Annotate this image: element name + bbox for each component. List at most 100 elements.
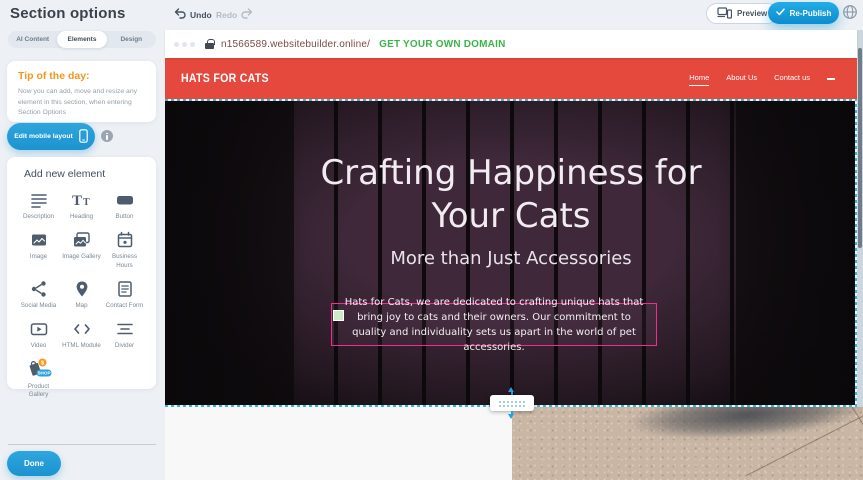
next-section-blank <box>165 407 512 480</box>
edit-mobile-layout-button[interactable]: Edit mobile layout <box>7 123 95 150</box>
video-icon <box>30 319 48 339</box>
element-label: Product Gallery <box>19 383 59 400</box>
element-tile-image[interactable]: Image <box>17 230 60 270</box>
site-logo[interactable]: HATS FOR CATS <box>181 73 269 85</box>
info-icon[interactable] <box>101 130 113 142</box>
svg-text:T: T <box>83 197 90 208</box>
redo-icon <box>241 6 253 24</box>
svg-text:T: T <box>72 193 82 209</box>
site-header: HATS FOR CATS Home About Us Contact us <box>165 58 857 100</box>
lock-icon <box>205 39 214 49</box>
add-element-panel: Add new element Description TT Heading Butt… <box>7 157 156 389</box>
business-hours-icon <box>116 230 134 250</box>
element-label: Image Gallery <box>62 253 101 261</box>
resize-arrow-down-icon <box>508 414 514 419</box>
window-dot-icon <box>190 42 195 47</box>
done-button[interactable]: Done <box>7 451 61 476</box>
element-label: Button <box>116 213 134 221</box>
tab-ai-content[interactable]: AI Content <box>8 31 57 48</box>
get-domain-link[interactable]: GET YOUR OWN DOMAIN <box>379 39 505 50</box>
element-grid: Description TT Heading Button Image Image Gal… <box>17 190 146 400</box>
browser-bar: n1566589.websitebuilder.online/ GET YOUR… <box>165 30 857 58</box>
drag-dots-icon <box>498 400 526 407</box>
devices-icon <box>717 7 732 21</box>
nav-contact-us[interactable]: Contact us <box>774 73 810 85</box>
republish-label: Re-Publish <box>790 9 832 18</box>
svg-text:SHOP: SHOP <box>37 370 50 375</box>
element-tile-button[interactable]: Button <box>103 190 146 221</box>
tab-design[interactable]: Design <box>107 31 156 48</box>
map-pin-icon <box>73 279 91 299</box>
text-lines-icon <box>30 190 48 210</box>
element-tile-contact-form[interactable]: Contact Form <box>103 279 146 310</box>
edit-mobile-label: Edit mobile layout <box>14 133 73 140</box>
social-media-icon <box>30 279 48 299</box>
image-icon <box>30 230 48 250</box>
element-tile-video[interactable]: Video <box>17 319 60 350</box>
nav-about-us[interactable]: About Us <box>726 73 757 85</box>
section-resize-handle[interactable] <box>490 395 534 411</box>
button-icon <box>116 190 134 210</box>
element-tile-divider[interactable]: Divider <box>103 319 146 350</box>
hero-body-text[interactable]: Hats for Cats, we are dedicated to craft… <box>332 295 656 355</box>
html-module-icon <box>72 319 92 339</box>
done-label: Done <box>24 459 44 468</box>
element-label: Map <box>75 302 87 310</box>
element-label: HTML Module <box>62 342 101 350</box>
window-dot-icon <box>182 42 187 47</box>
element-label: Business Hours <box>105 253 145 270</box>
heading-icon: TT <box>72 190 91 210</box>
carpet-shadow <box>629 407 863 445</box>
next-section-image[interactable] <box>512 407 863 480</box>
element-tile-description[interactable]: Description <box>17 190 60 221</box>
image-gallery-icon <box>72 230 91 250</box>
tip-body: Now you can add, move and resize any ele… <box>18 87 145 119</box>
element-tile-product-gallery[interactable]: $ SHOP Product Gallery <box>17 360 60 400</box>
globe-language-icon[interactable] <box>842 4 858 25</box>
svg-text:$: $ <box>40 360 43 366</box>
element-tile-heading[interactable]: TT Heading <box>60 190 103 221</box>
element-label: Video <box>31 342 47 350</box>
tab-elements[interactable]: Elements <box>57 31 106 48</box>
tip-title: Tip of the day: <box>18 70 145 82</box>
sidebar-tabs: AI ContentElementsDesign <box>8 31 156 48</box>
redo-button[interactable]: Redo <box>216 6 253 24</box>
element-label: Description <box>23 213 54 221</box>
scrollbar-thumb[interactable] <box>858 48 862 248</box>
contact-form-icon <box>116 279 134 299</box>
element-tile-html-module[interactable]: HTML Module <box>60 319 103 350</box>
hero-section[interactable]: Crafting Happiness for Your Cats More th… <box>165 100 857 406</box>
element-label: Divider <box>115 342 134 350</box>
element-tile-social-media[interactable]: Social Media <box>17 279 60 310</box>
section-boundary-top <box>165 99 857 101</box>
element-tile-business-hours[interactable]: Business Hours <box>103 230 146 270</box>
hero-textbox-selected[interactable]: Hats for Cats, we are dedicated to craft… <box>331 303 657 346</box>
hero-heading[interactable]: Crafting Happiness for Your Cats <box>286 152 736 237</box>
hero-subheading[interactable]: More than Just Accessories <box>286 248 736 269</box>
nav-more-icon[interactable] <box>827 78 835 80</box>
redo-label: Redo <box>216 10 237 20</box>
preview-label: Preview <box>737 9 767 18</box>
window-dot-icon <box>174 42 179 47</box>
element-label: Image <box>30 253 47 261</box>
mobile-phone-icon <box>79 129 88 145</box>
republish-button[interactable]: Re-Publish <box>768 2 839 24</box>
product-gallery-icon: $ SHOP <box>24 360 54 380</box>
nav-home[interactable]: Home <box>689 73 709 86</box>
tip-of-the-day-card: Tip of the day: Now you can add, move an… <box>7 61 156 122</box>
add-element-title: Add new element <box>17 168 146 180</box>
element-tile-image-gallery[interactable]: Image Gallery <box>60 230 103 270</box>
undo-button[interactable]: Undo <box>174 6 212 24</box>
undo-icon <box>174 6 186 24</box>
selection-handle[interactable] <box>333 310 344 321</box>
element-label: Contact Form <box>106 302 143 310</box>
section-boundary-right <box>855 99 857 407</box>
divider-icon <box>116 319 134 339</box>
undo-label: Undo <box>190 10 212 20</box>
site-nav: Home About Us Contact us <box>689 73 835 86</box>
sidebar-divider <box>8 444 156 445</box>
element-label: Heading <box>70 213 93 221</box>
element-tile-map[interactable]: Map <box>60 279 103 310</box>
element-label: Social Media <box>21 302 56 310</box>
site-url: n1566589.websitebuilder.online/ <box>221 39 370 50</box>
